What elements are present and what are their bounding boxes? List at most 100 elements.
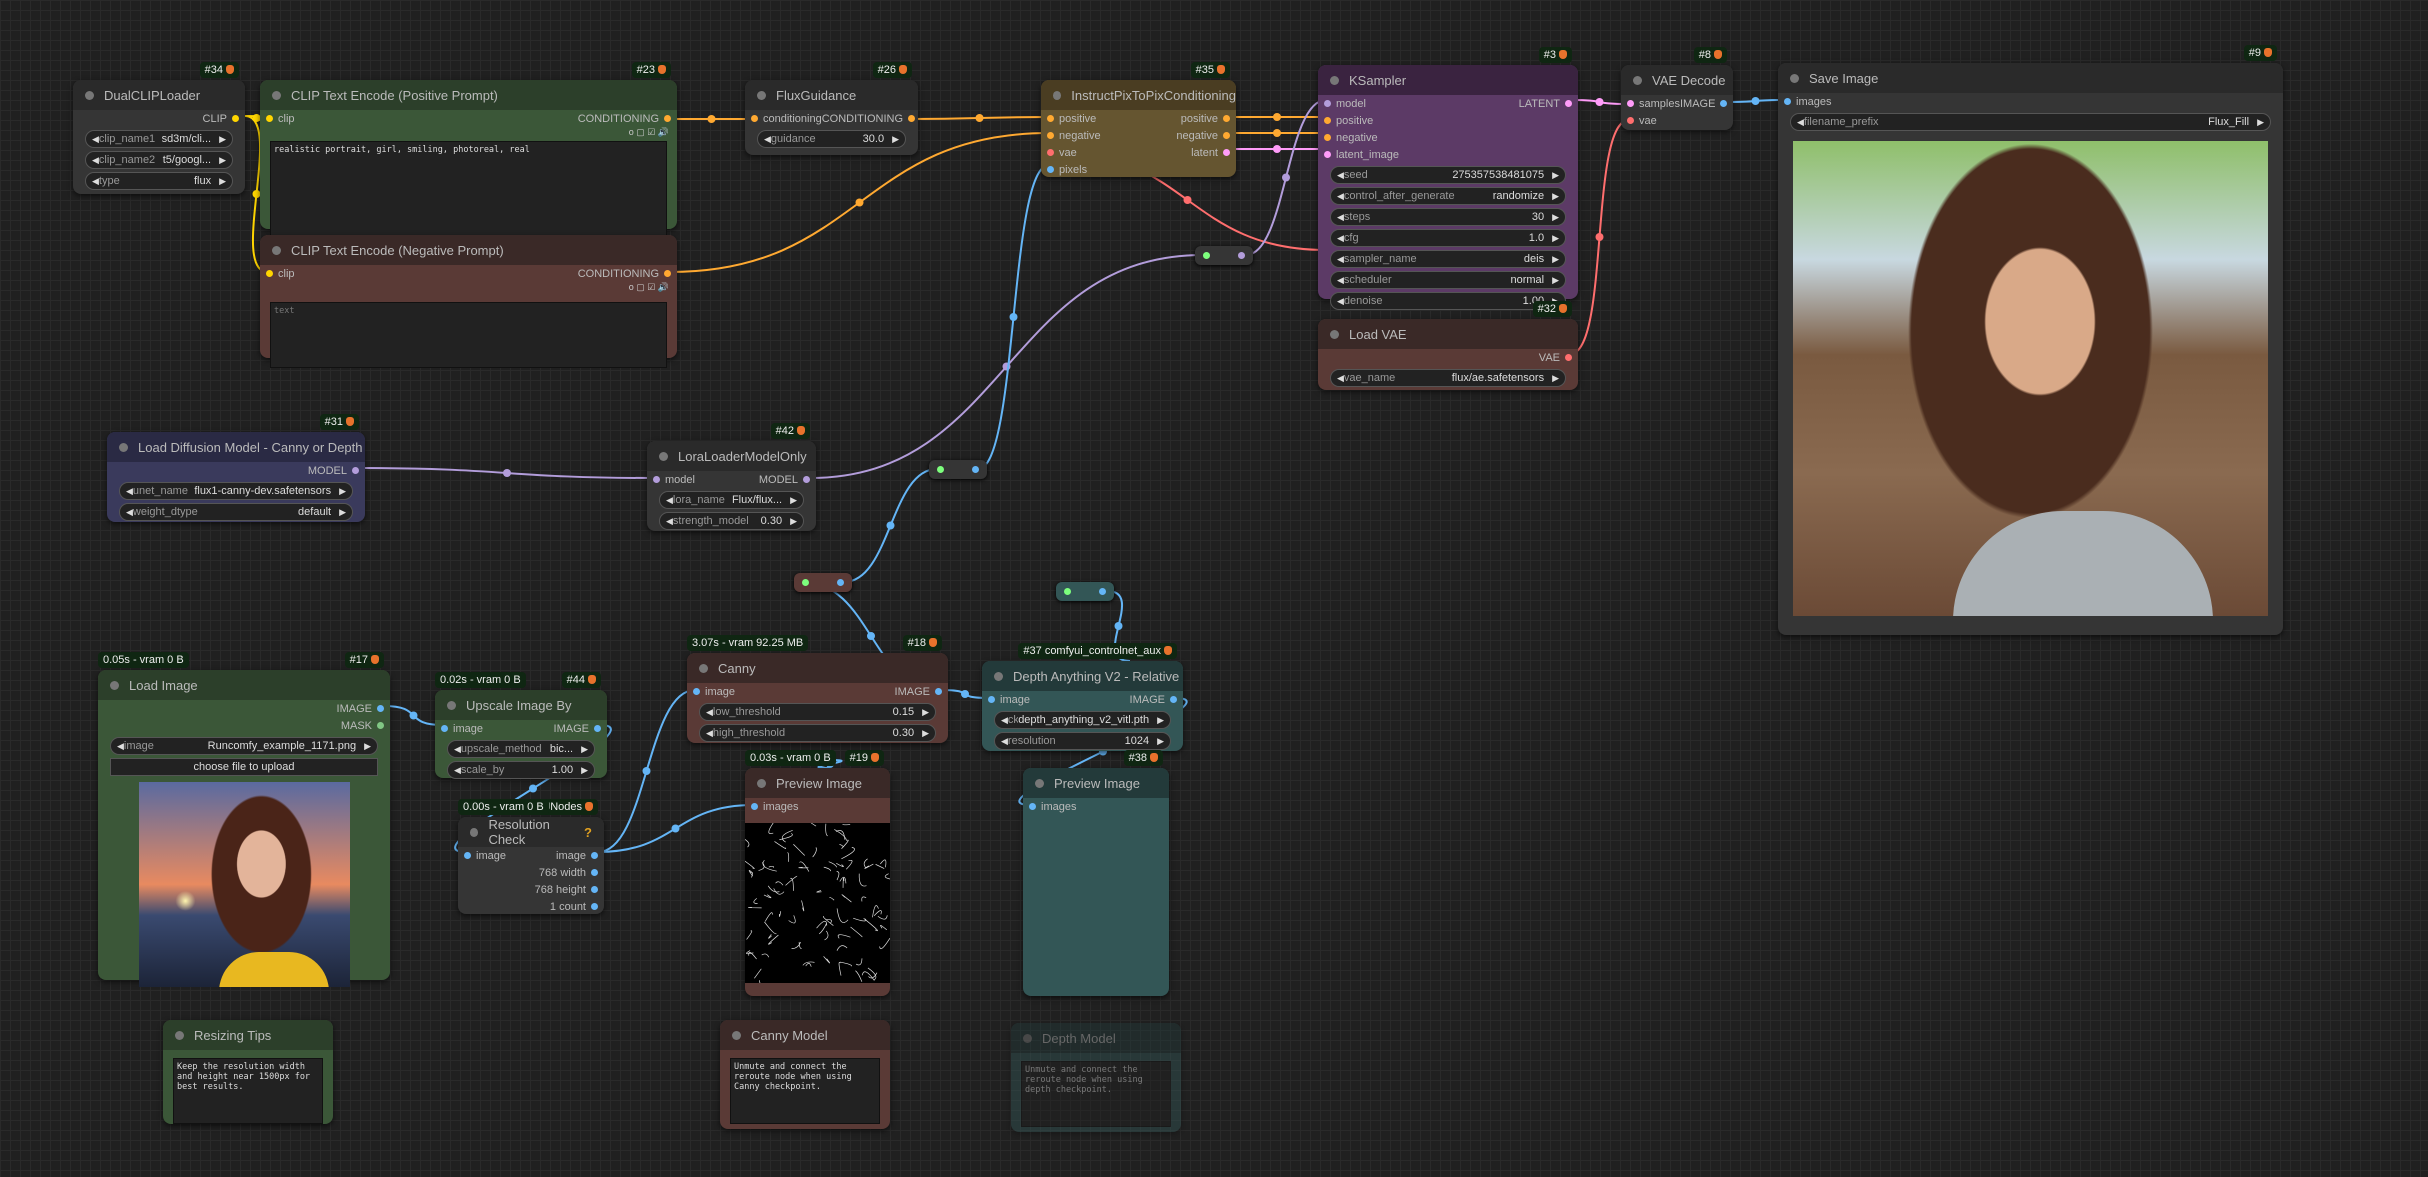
- widget-vae-name[interactable]: ◀ vae_name flux/ae.safetensors ▶: [1330, 369, 1566, 387]
- link-midpoint[interactable]: [961, 690, 969, 698]
- input-socket-icon[interactable]: [653, 476, 660, 483]
- output-socket-icon[interactable]: [591, 886, 598, 893]
- widget-toggles[interactable]: o ▢ ☑ 🔊: [260, 282, 677, 294]
- input-socket-icon[interactable]: [441, 725, 448, 732]
- node-title-bar[interactable]: Depth Anything V2 - Relative: [982, 661, 1183, 691]
- node-load-image[interactable]: #17 0.05s - vram 0 B Load Image IMAGE MASK ◀ …: [98, 670, 390, 980]
- increment-arrow-icon[interactable]: ▶: [581, 765, 588, 776]
- decrement-arrow-icon[interactable]: ◀: [1337, 275, 1344, 286]
- input-slot[interactable]: images: [1029, 801, 1076, 813]
- output-slot[interactable]: 768 height: [535, 884, 598, 896]
- widget-high-threshold[interactable]: ◀ high_threshold 0.30 ▶: [699, 724, 936, 742]
- collapse-dot-icon[interactable]: [757, 91, 766, 100]
- collapse-dot-icon[interactable]: [110, 681, 119, 690]
- node-title-bar[interactable]: CLIP Text Encode (Negative Prompt): [260, 235, 677, 265]
- collapse-dot-icon[interactable]: [757, 779, 766, 788]
- link-midpoint[interactable]: [643, 767, 651, 775]
- link-midpoint[interactable]: [672, 825, 680, 833]
- increment-arrow-icon[interactable]: ▶: [1552, 233, 1559, 244]
- decrement-arrow-icon[interactable]: ◀: [92, 155, 99, 166]
- increment-arrow-icon[interactable]: ▶: [922, 707, 929, 718]
- input-slot[interactable]: image: [988, 694, 1030, 706]
- input-socket-icon[interactable]: [266, 270, 273, 277]
- output-socket-icon[interactable]: [1720, 100, 1727, 107]
- node-title-bar[interactable]: Resolution Check?: [458, 817, 604, 847]
- output-socket-icon[interactable]: [1565, 100, 1572, 107]
- reroute-node[interactable]: [1056, 582, 1114, 601]
- input-slot[interactable]: clip: [266, 268, 295, 280]
- increment-arrow-icon[interactable]: ▶: [1552, 191, 1559, 202]
- input-socket-icon[interactable]: [1324, 100, 1331, 107]
- link-midpoint[interactable]: [887, 522, 895, 530]
- link-midpoint[interactable]: [1596, 98, 1604, 106]
- collapse-dot-icon[interactable]: [272, 246, 281, 255]
- link-wire[interactable]: [1246, 100, 1326, 255]
- widget-clip-name1[interactable]: ◀ clip_name1 sd3m/cli... ▶: [85, 130, 233, 148]
- node-title-bar[interactable]: FluxGuidance: [745, 80, 918, 110]
- decrement-arrow-icon[interactable]: ◀: [1337, 373, 1344, 384]
- input-socket-icon[interactable]: [1047, 166, 1054, 173]
- link-wire[interactable]: [598, 805, 753, 852]
- output-slot[interactable]: IMAGE: [1130, 694, 1177, 706]
- node-resolution-check[interactable]: #46 KJNodes 0.00s - vram 0 B Resolution Ch…: [458, 817, 604, 914]
- decrement-arrow-icon[interactable]: ◀: [1337, 191, 1344, 202]
- node-clip-text-encode-positive[interactable]: #23 CLIP Text Encode (Positive Prompt) cli…: [260, 80, 677, 229]
- input-slot[interactable]: image: [693, 686, 735, 698]
- reroute-input-socket-icon[interactable]: [1064, 588, 1071, 595]
- input-socket-icon[interactable]: [693, 688, 700, 695]
- link-midpoint[interactable]: [1596, 233, 1604, 241]
- reroute-output-socket-icon[interactable]: [1099, 588, 1106, 595]
- input-socket-icon[interactable]: [1324, 117, 1331, 124]
- input-slot[interactable]: negative: [1047, 130, 1101, 142]
- increment-arrow-icon[interactable]: ▶: [339, 486, 346, 497]
- node-load-vae[interactable]: #32 Load VAE VAE ◀ vae_name flux/ae.safetens…: [1318, 319, 1578, 390]
- widget-scheduler[interactable]: ◀ scheduler normal ▶: [1330, 271, 1566, 289]
- decrement-arrow-icon[interactable]: ◀: [454, 744, 461, 755]
- reroute-output-socket-icon[interactable]: [837, 579, 844, 586]
- collapse-dot-icon[interactable]: [1790, 74, 1799, 83]
- input-socket-icon[interactable]: [464, 852, 471, 859]
- increment-arrow-icon[interactable]: ▶: [1552, 170, 1559, 181]
- reroute-input-socket-icon[interactable]: [802, 579, 809, 586]
- widget-resolution[interactable]: ◀ resolution 1024 ▶: [994, 732, 1171, 750]
- output-socket-icon[interactable]: [803, 476, 810, 483]
- input-slot[interactable]: images: [751, 801, 798, 813]
- node-title-bar[interactable]: Depth Model: [1011, 1023, 1181, 1053]
- node-clip-text-encode-negative[interactable]: CLIP Text Encode (Negative Prompt) clip CO…: [260, 235, 677, 358]
- reroute-node[interactable]: [929, 460, 987, 479]
- output-slot[interactable]: CONDITIONING: [822, 113, 915, 125]
- output-socket-icon[interactable]: [1223, 149, 1230, 156]
- link-midpoint[interactable]: [867, 632, 875, 640]
- output-socket-icon[interactable]: [594, 725, 601, 732]
- output-socket-icon[interactable]: [1565, 354, 1572, 361]
- note-text[interactable]: text: [270, 302, 667, 368]
- note-text[interactable]: Unmute and connect the reroute node when…: [1021, 1061, 1171, 1127]
- node-preview-image-canny[interactable]: #19 0.03s - vram 0 B Preview Image images: [745, 768, 890, 996]
- input-slot[interactable]: positive: [1324, 115, 1373, 127]
- note-text[interactable]: Keep the resolution width and height nea…: [173, 1058, 323, 1124]
- widget-unet-name[interactable]: ◀ unet_name flux1-canny-dev.safetensors ▶: [119, 482, 353, 500]
- decrement-arrow-icon[interactable]: ◀: [117, 741, 124, 752]
- increment-arrow-icon[interactable]: ▶: [892, 134, 899, 145]
- input-slot[interactable]: vae: [1627, 115, 1657, 127]
- link-midpoint[interactable]: [1003, 363, 1011, 371]
- widget-strength-model[interactable]: ◀ strength_model 0.30 ▶: [659, 512, 804, 530]
- note-text[interactable]: Unmute and connect the reroute node when…: [730, 1058, 880, 1124]
- widget-cfg[interactable]: ◀ cfg 1.0 ▶: [1330, 229, 1566, 247]
- input-socket-icon[interactable]: [988, 696, 995, 703]
- node-title-bar[interactable]: LoraLoaderModelOnly: [647, 441, 816, 471]
- node-title-bar[interactable]: Resizing Tips: [163, 1020, 333, 1050]
- node-title-bar[interactable]: DualCLIPLoader: [73, 80, 245, 110]
- increment-arrow-icon[interactable]: ▶: [364, 741, 371, 752]
- input-socket-icon[interactable]: [1047, 149, 1054, 156]
- increment-arrow-icon[interactable]: ▶: [1552, 254, 1559, 265]
- widget-ckpt-name[interactable]: ◀ ckpt_namedepth_anything_v2_vitl.pth ▶: [994, 711, 1171, 729]
- output-slot[interactable]: positive: [1181, 113, 1230, 125]
- link-midpoint[interactable]: [1752, 97, 1760, 105]
- input-socket-icon[interactable]: [1047, 132, 1054, 139]
- decrement-arrow-icon[interactable]: ◀: [764, 134, 771, 145]
- node-title-bar[interactable]: Load VAE: [1318, 319, 1578, 349]
- output-slot[interactable]: 1 count: [550, 901, 598, 913]
- collapse-dot-icon[interactable]: [447, 701, 456, 710]
- link-midpoint[interactable]: [1115, 622, 1123, 630]
